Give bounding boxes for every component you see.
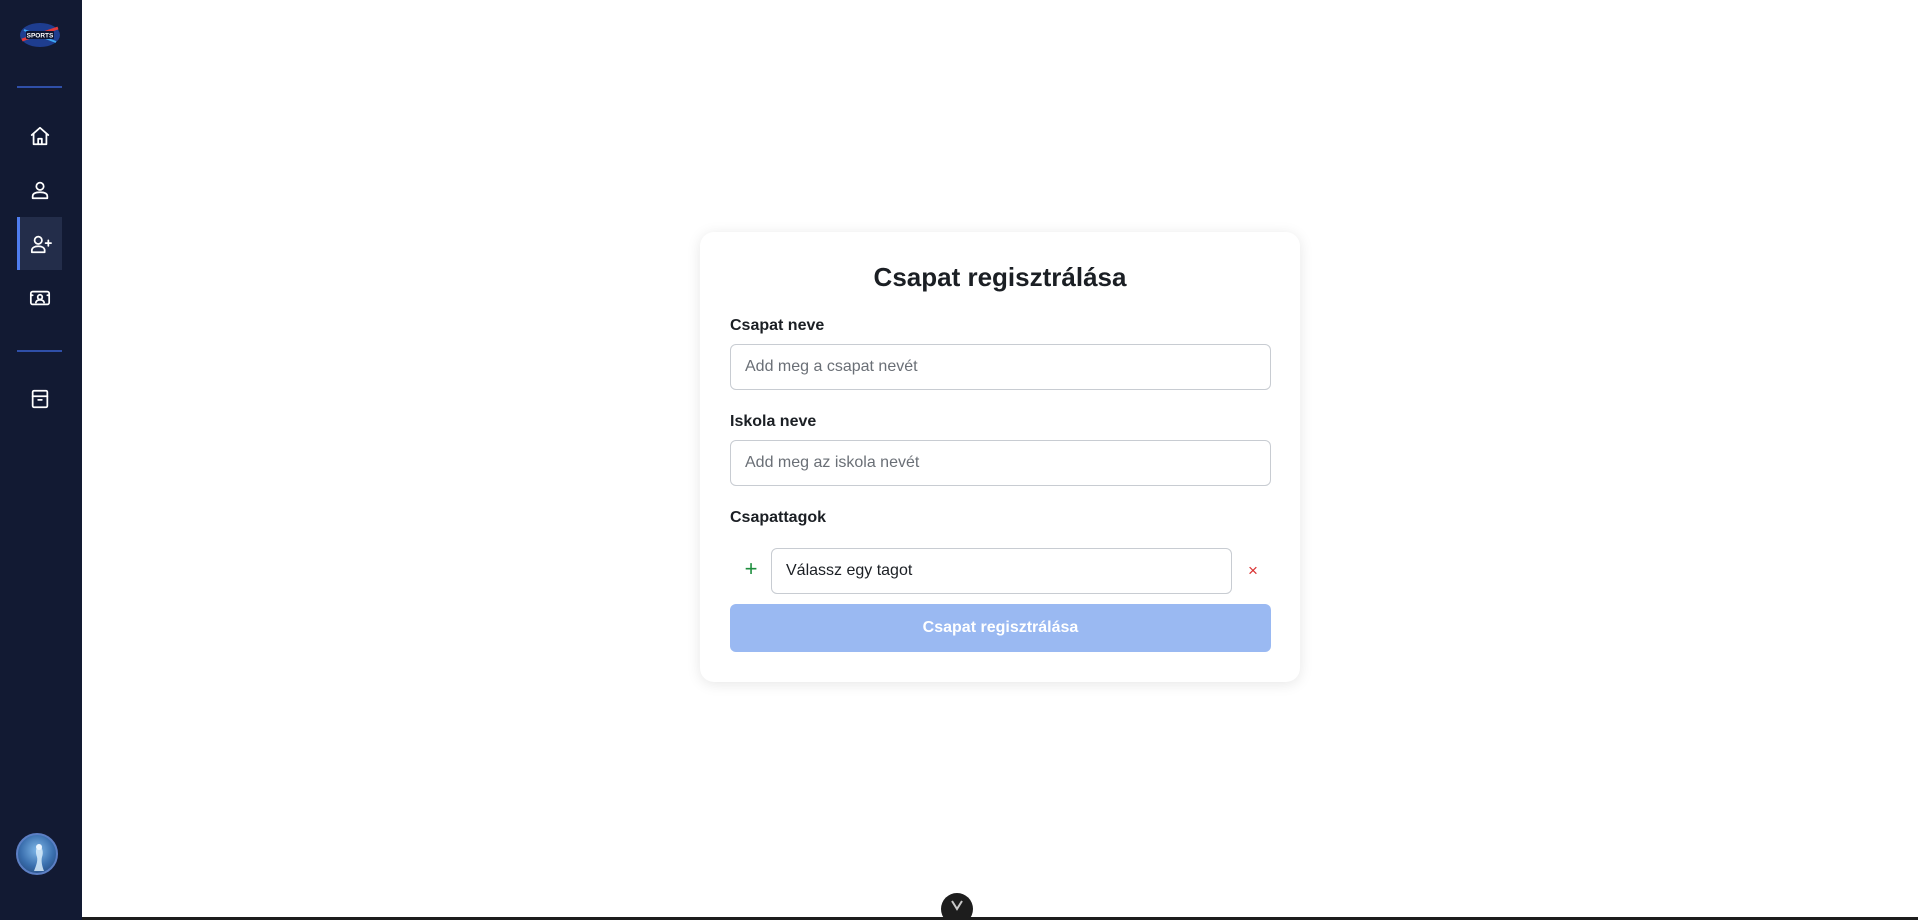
team-registration-form: Csapat regisztrálása Csapat neve Iskola …: [700, 232, 1300, 682]
page-title: Csapat regisztrálása: [873, 262, 1127, 292]
sports-logo[interactable]: SPORTS: [18, 18, 62, 52]
member-select-value: Válassz egy tagot: [786, 562, 913, 579]
sidebar-item-profile[interactable]: [17, 163, 62, 216]
sidebar-item-archive[interactable]: [17, 372, 62, 425]
team-name-input[interactable]: [730, 344, 1271, 390]
school-name-label: Iskola neve: [730, 413, 817, 430]
archive-icon: [31, 389, 48, 408]
user-plus-icon: [30, 235, 52, 253]
sidebar-item-team-registration[interactable]: [17, 217, 62, 270]
register-team-button[interactable]: Csapat regisztrálása: [730, 604, 1271, 652]
svg-text:SPORTS: SPORTS: [27, 33, 54, 40]
user-icon: [31, 181, 48, 199]
avatar[interactable]: [16, 833, 58, 875]
home-icon: [30, 126, 49, 145]
remove-member-button[interactable]: ×: [1243, 561, 1263, 581]
sidebar: SPORTS: [0, 0, 82, 920]
sidebar-divider: [17, 350, 62, 352]
sidebar-divider: [17, 86, 62, 88]
team-members-label: Csapattagok: [730, 509, 827, 526]
sidebar-item-home[interactable]: [17, 109, 62, 162]
chevron-down-icon: [951, 900, 963, 911]
sidebar-item-id-card[interactable]: [17, 271, 62, 324]
team-name-label: Csapat neve: [730, 317, 825, 334]
school-name-input[interactable]: [730, 440, 1271, 486]
app-root: SPORTS Csapat regisztrálása Csapat neve …: [0, 0, 1918, 920]
id-card-icon: [29, 290, 50, 305]
add-member-button[interactable]: +: [741, 558, 761, 580]
panel-toggle-button[interactable]: [941, 893, 973, 920]
member-select[interactable]: Válassz egy tagot: [771, 548, 1232, 594]
